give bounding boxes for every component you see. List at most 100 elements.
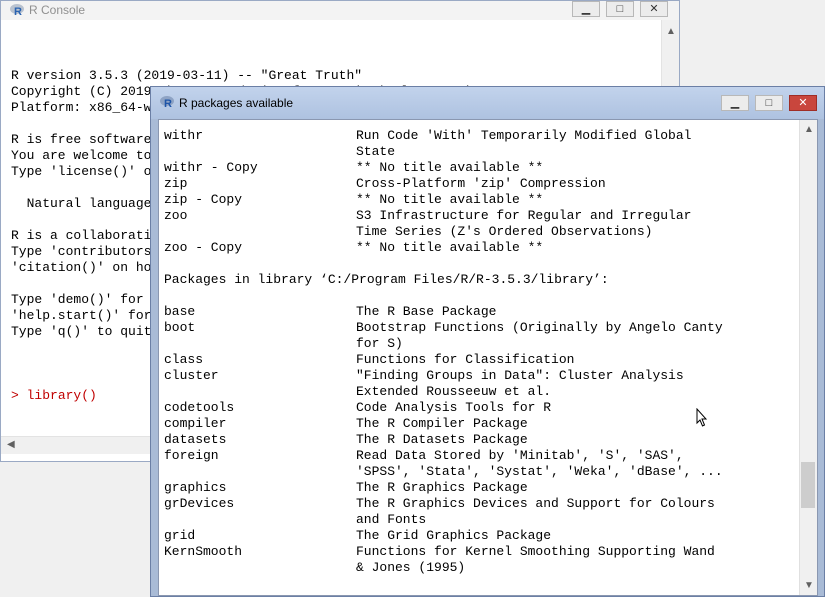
package-description: The R Compiler Package	[356, 416, 528, 431]
packages-titlebar[interactable]: R R packages available ▁ □ ✕	[151, 87, 824, 119]
package-description: Read Data Stored by 'Minitab', 'S', 'SAS…	[356, 448, 684, 463]
package-name: Packages in library ‘C:/Program Files/R/…	[164, 272, 609, 287]
package-row: and Fonts​	[164, 512, 797, 528]
package-row: gridThe Grid Graphics Package​	[164, 528, 797, 544]
package-description: Functions for Classification	[356, 352, 575, 367]
package-name	[164, 256, 356, 272]
package-name: KernSmooth	[164, 544, 243, 559]
package-name	[164, 144, 356, 160]
package-name: grid	[164, 528, 196, 543]
package-description	[356, 256, 797, 272]
scroll-up-arrow-icon[interactable]: ▲	[666, 26, 676, 37]
package-description: Time Series (Z's Ordered Observations)	[356, 224, 653, 239]
package-name: boot	[164, 320, 196, 335]
package-name	[164, 224, 356, 240]
package-row: zoo S3 Infrastructure for Regular and Irr…	[164, 208, 797, 224]
package-row: grDevices The R Graphics Devices and Supp…	[164, 496, 797, 512]
package-description: Run Code 'With' Temporarily Modified Glo…	[356, 128, 692, 143]
package-description: The Grid Graphics Package	[356, 528, 552, 543]
scroll-left-arrow-icon[interactable]: ◀	[7, 439, 15, 450]
package-description: The R Datasets Package	[356, 432, 528, 447]
packages-window[interactable]: R R packages available ▁ □ ✕ withr Run Co…	[150, 86, 825, 597]
console-close-button[interactable]: ✕	[640, 1, 668, 17]
packages-minimize-button[interactable]: ▁	[721, 95, 749, 111]
package-row: & Jones (1995)​	[164, 560, 797, 576]
console-title: R Console	[29, 3, 86, 17]
package-row: boot Bootstrap Functions (Originally by A…	[164, 320, 797, 336]
package-description: Extended Rousseeuw et al.	[356, 384, 552, 399]
package-name: codetools	[164, 400, 235, 415]
package-description: "Finding Groups in Data": Cluster Analys…	[356, 368, 684, 383]
package-name	[164, 560, 356, 576]
package-row: graphicsThe R Graphics Package​	[164, 480, 797, 496]
packages-vertical-scrollbar[interactable]: ▲ ▼	[799, 120, 817, 595]
r-logo-icon: R	[160, 96, 174, 109]
package-row: cluster "Finding Groups in Data": Cluster…	[164, 368, 797, 384]
package-row: 'SPSS', 'Stata', 'Systat', 'Weka', 'dBas…	[164, 464, 797, 480]
package-description: Cross-Platform 'zip' Compression	[356, 176, 606, 191]
package-row: for S)​	[164, 336, 797, 352]
package-name	[164, 288, 356, 304]
package-row: zipCross-Platform 'zip' Compression​	[164, 176, 797, 192]
console-prompt: >	[11, 388, 27, 403]
mouse-pointer-icon	[696, 408, 708, 427]
console-maximize-button[interactable]: □	[606, 1, 634, 17]
package-description: 'SPSS', 'Stata', 'Systat', 'Weka', 'dBas…	[356, 464, 723, 479]
package-row: ​	[164, 256, 797, 272]
package-name: foreign	[164, 448, 219, 463]
packages-close-button[interactable]: ✕	[789, 95, 817, 111]
packages-maximize-button[interactable]: □	[755, 95, 783, 111]
scrollbar-thumb[interactable]	[801, 461, 815, 508]
package-row: datasetsThe R Datasets Package​	[164, 432, 797, 448]
scroll-up-arrow-icon[interactable]: ▲	[804, 124, 814, 135]
scroll-down-arrow-icon[interactable]: ▼	[804, 580, 814, 591]
packages-list-pane[interactable]: withr Run Code 'With' Temporarily Modifie…	[158, 119, 818, 596]
package-name: zoo - Copy	[164, 240, 243, 255]
package-name: class	[164, 352, 204, 367]
package-name: graphics	[164, 480, 227, 495]
package-row: zip - Copy** No title available **​	[164, 192, 797, 208]
package-description: and Fonts	[356, 512, 427, 527]
svg-text:R: R	[164, 98, 172, 109]
package-name: compiler	[164, 416, 227, 431]
console-minimize-button[interactable]: ▁	[572, 1, 600, 17]
console-line: R version 3.5.3 (2019-03-11) -- "Great T…	[11, 68, 363, 83]
package-description	[609, 272, 797, 288]
package-row: baseThe R Base Package​	[164, 304, 797, 320]
packages-title: R packages available	[179, 96, 294, 110]
package-row: Extended Rousseeuw et al.​	[164, 384, 797, 400]
package-description	[356, 288, 797, 304]
package-name: datasets	[164, 432, 227, 447]
package-description: Bootstrap Functions (Originally by Angel…	[356, 320, 723, 335]
package-description: S3 Infrastructure for Regular and Irregu…	[356, 208, 692, 223]
package-name: base	[164, 304, 196, 319]
package-row: withr Run Code 'With' Temporarily Modifie…	[164, 128, 797, 144]
package-name: withr	[164, 128, 204, 143]
package-description: The R Graphics Package	[356, 480, 528, 495]
package-description: ** No title available **	[356, 160, 544, 175]
package-name: zip - Copy	[164, 192, 243, 207]
package-description: State	[356, 144, 396, 159]
package-description: ** No title available **	[356, 240, 544, 255]
package-name	[164, 512, 356, 528]
console-line: ​	[11, 52, 661, 68]
console-command: library()	[26, 388, 97, 403]
package-name	[164, 464, 356, 480]
package-description: The R Graphics Devices and Support for C…	[356, 496, 715, 511]
package-name: grDevices	[164, 496, 235, 511]
package-row: Packages in library ‘C:/Program Files/R/…	[164, 272, 797, 288]
package-description: ** No title available **	[356, 192, 544, 207]
package-name: withr - Copy	[164, 160, 258, 175]
console-titlebar[interactable]: R R Console ▁ □ ✕	[1, 1, 679, 20]
package-row: Time Series (Z's Ordered Observations)​	[164, 224, 797, 240]
package-description: Functions for Kernel Smoothing Supportin…	[356, 544, 715, 559]
package-row: KernSmooth Functions for Kernel Smoothing…	[164, 544, 797, 560]
package-row: zoo - Copy** No title available **​	[164, 240, 797, 256]
package-row: foreign Read Data Stored by 'Minitab', 'S…	[164, 448, 797, 464]
package-name	[164, 336, 356, 352]
package-name: zoo	[164, 208, 188, 223]
package-row: State​	[164, 144, 797, 160]
r-logo-icon: R	[10, 4, 24, 17]
package-description: for S)	[356, 336, 403, 351]
package-description: The R Base Package	[356, 304, 497, 319]
